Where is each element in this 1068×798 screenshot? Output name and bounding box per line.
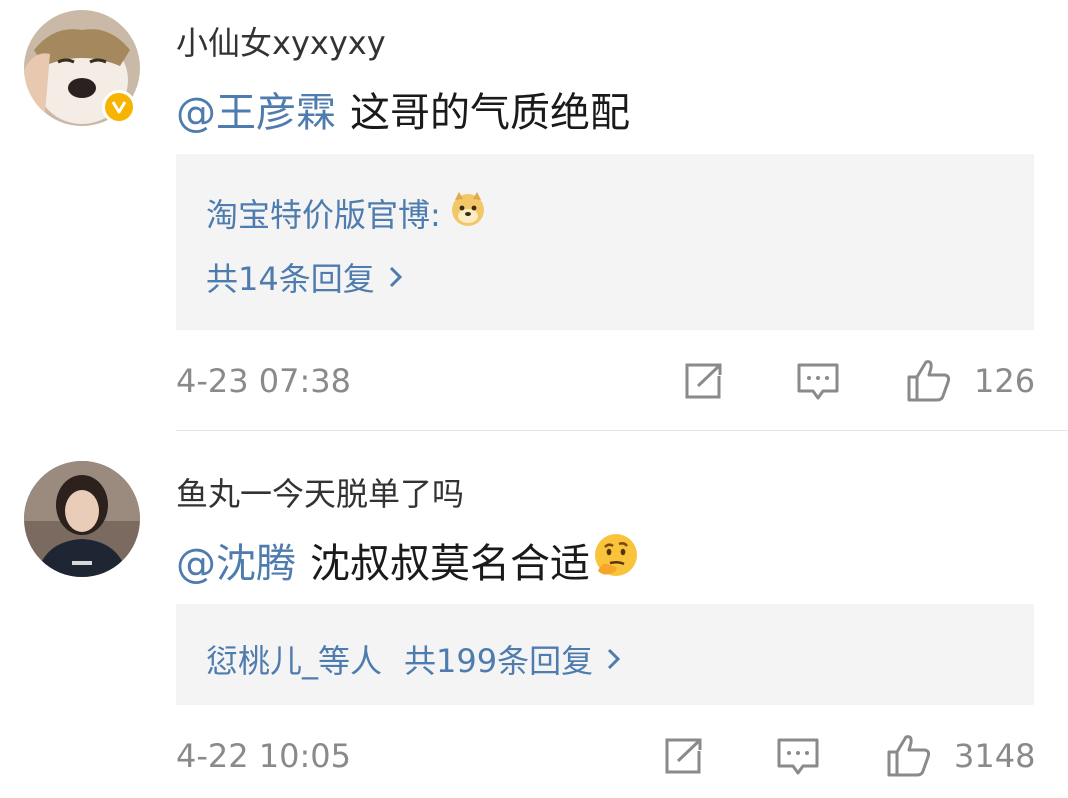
reply-author[interactable]: 愆桃儿_等人 — [206, 636, 382, 682]
mention-link[interactable]: @王彦霖 — [176, 80, 336, 138]
comment-text: @沈腾 沈叔叔莫名合适 — [176, 531, 640, 589]
reply-preview[interactable]: 愆桃儿_等人 共199条回复 — [176, 604, 1034, 705]
like-icon[interactable] — [886, 733, 932, 781]
reply-preview[interactable]: 淘宝特价版官博: 共14条回复 — [176, 154, 1034, 330]
mention-link[interactable]: @沈腾 — [176, 531, 296, 589]
timestamp: 4-22 10:05 — [176, 737, 352, 775]
verified-badge-icon — [102, 90, 136, 124]
like-count: 126 — [974, 362, 1036, 400]
like-count: 3148 — [954, 737, 1036, 775]
reply-author-line: 淘宝特价版官博: — [206, 190, 487, 236]
comment-item: 小仙女xyxyxy @王彦霖 这哥的气质绝配 淘宝特价版官博: 共14条回复 4… — [0, 0, 1068, 431]
share-icon[interactable] — [682, 362, 724, 404]
avatar[interactable] — [24, 461, 140, 577]
thinking-face-emoji-icon — [592, 531, 640, 589]
doge-emoji-icon — [449, 190, 487, 236]
chevron-right-icon — [607, 640, 621, 678]
reply-count-link[interactable]: 愆桃儿_等人 共199条回复 — [206, 636, 621, 682]
comment-icon[interactable] — [776, 737, 820, 781]
comment-body: 这哥的气质绝配 — [350, 90, 630, 136]
username[interactable]: 小仙女xyxyxy — [176, 18, 386, 64]
chevron-right-icon — [389, 258, 403, 296]
comment-icon[interactable] — [796, 362, 840, 406]
reply-author[interactable]: 淘宝特价版官博: — [206, 190, 441, 236]
like-icon[interactable] — [906, 358, 952, 406]
reply-count-link[interactable]: 共14条回复 — [206, 254, 403, 300]
username[interactable]: 鱼丸一今天脱单了吗 — [176, 469, 464, 515]
reply-count: 共199条回复 — [404, 642, 594, 680]
comment-text: @王彦霖 这哥的气质绝配 — [176, 80, 630, 138]
reply-count: 共14条回复 — [206, 260, 375, 298]
timestamp: 4-23 07:38 — [176, 362, 352, 400]
comment-body: 沈叔叔莫名合适 — [310, 541, 590, 587]
share-icon[interactable] — [662, 737, 704, 779]
comment-item: 鱼丸一今天脱单了吗 @沈腾 沈叔叔莫名合适 愆桃儿_等人 共199条回复 4-2… — [0, 431, 1068, 798]
